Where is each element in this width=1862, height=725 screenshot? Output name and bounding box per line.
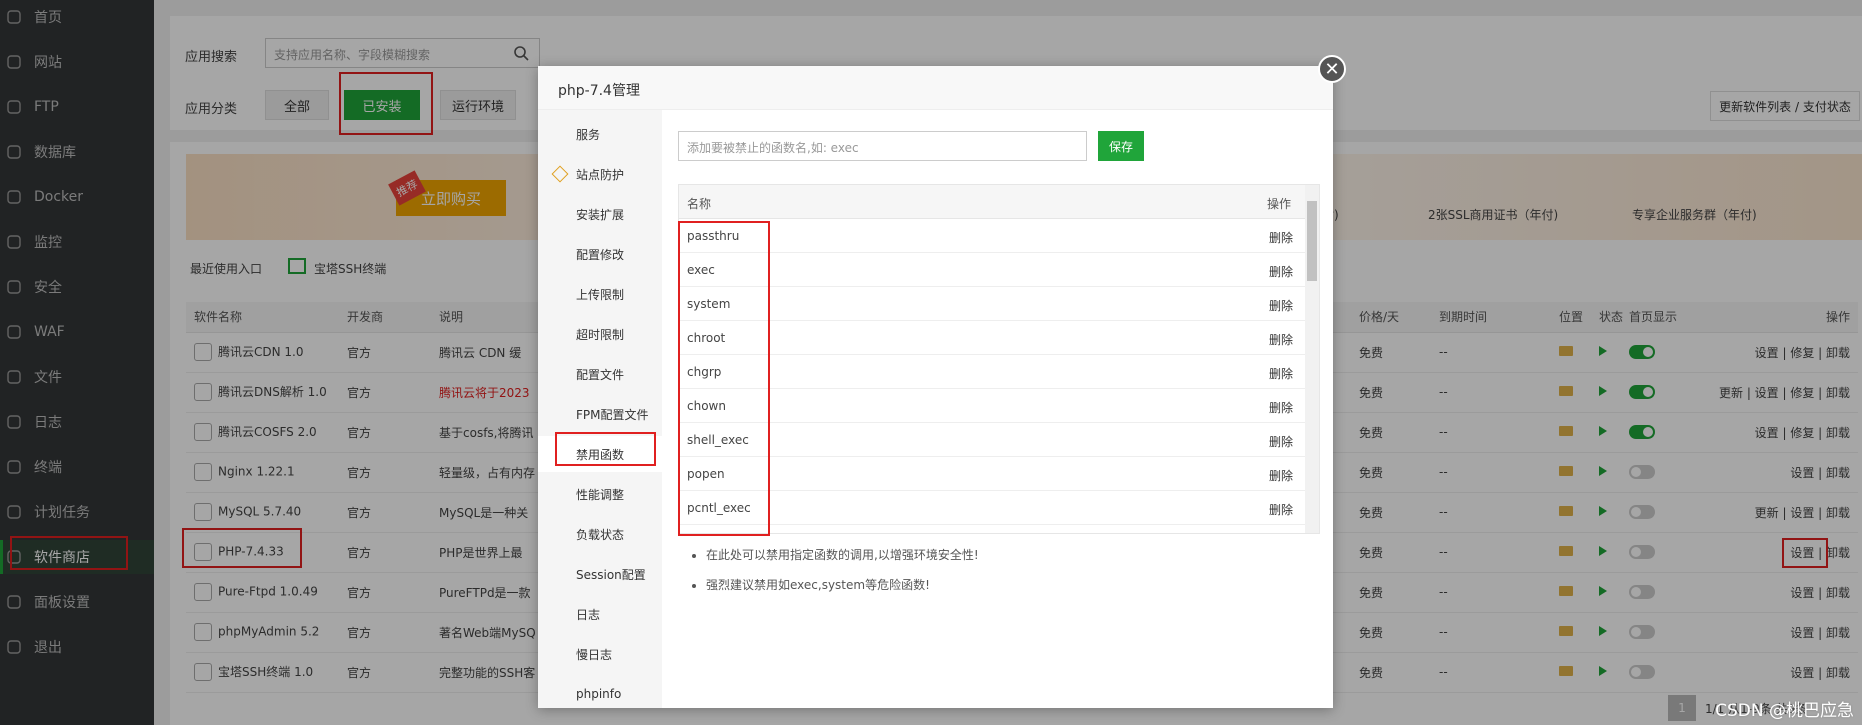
functions-table: 名称 操作 passthru 删除 exec 删除 system 删除 chroot 删除 ch… xyxy=(678,184,1320,534)
col-function-name: 名称 xyxy=(687,197,712,211)
modal-nav-item-1[interactable]: 站点防护 xyxy=(538,156,662,192)
modal-nav-label: 上传限制 xyxy=(576,287,625,302)
modal-nav-label: 配置文件 xyxy=(576,367,625,382)
modal-nav-item-12[interactable]: 日志 xyxy=(538,596,662,632)
modal-nav-label: Session配置 xyxy=(576,567,646,582)
modal-nav-label: 站点防护 xyxy=(576,167,625,182)
function-row: chgrp 删除 xyxy=(679,355,1305,389)
function-row: shell_exec 删除 xyxy=(679,423,1305,457)
function-input-placeholder: 添加要被禁止的函数名,如: exec xyxy=(687,141,859,155)
highlight-disabled-functions xyxy=(555,432,656,466)
modal-header: php-7.4管理 xyxy=(538,66,1333,110)
modal-nav-label: 超时限制 xyxy=(576,327,625,342)
modal-nav: 服务 站点防护 安装扩展 配置修改 上传限制 超时限制 配置文件 FPM配置文件 禁用函数 性能调… xyxy=(538,110,662,708)
modal-nav-label: FPM配置文件 xyxy=(576,407,649,422)
modal-nav-label: 服务 xyxy=(576,127,601,142)
modal-nav-label: 负载状态 xyxy=(576,527,625,542)
delete-link[interactable]: 删除 xyxy=(1269,263,1293,280)
function-row: pcntl_exec 删除 xyxy=(679,491,1305,525)
modal-nav-item-6[interactable]: 配置文件 xyxy=(538,356,662,392)
modal-nav-item-4[interactable]: 上传限制 xyxy=(538,276,662,312)
modal-nav-label: phpinfo xyxy=(576,687,622,701)
functions-table-header: 名称 操作 xyxy=(679,185,1305,219)
tip-2: 强烈建议禁用如exec,system等危险函数! xyxy=(706,570,979,600)
close-icon: ✕ xyxy=(1324,58,1340,80)
close-button[interactable]: ✕ xyxy=(1318,55,1346,83)
scrollbar-thumb[interactable] xyxy=(1307,201,1317,281)
modal-nav-item-0[interactable]: 服务 xyxy=(538,116,662,152)
col-function-action: 操作 xyxy=(1266,197,1291,211)
delete-link[interactable]: 删除 xyxy=(1269,297,1293,314)
tip-1: 在此处可以禁用指定函数的调用,以增强环境安全性! xyxy=(706,540,979,570)
delete-link[interactable]: 删除 xyxy=(1269,467,1293,484)
functions-scrollbar[interactable] xyxy=(1305,185,1319,533)
delete-link[interactable]: 删除 xyxy=(1269,433,1293,450)
function-row: chroot 删除 xyxy=(679,321,1305,355)
modal-nav-item-14[interactable]: phpinfo xyxy=(538,676,662,712)
modal-title: php-7.4管理 xyxy=(558,83,640,99)
highlight-function-list xyxy=(678,221,770,536)
diamond-icon xyxy=(551,165,569,183)
function-row: popen 删除 xyxy=(679,457,1305,491)
modal-nav-item-9[interactable]: 性能调整 xyxy=(538,476,662,512)
modal-nav-item-11[interactable]: Session配置 xyxy=(538,556,662,592)
function-row: exec 删除 xyxy=(679,253,1305,287)
modal-nav-label: 慢日志 xyxy=(576,647,613,662)
modal-nav-label: 性能调整 xyxy=(576,487,625,502)
function-row: chown 删除 xyxy=(679,389,1305,423)
modal-nav-item-10[interactable]: 负载状态 xyxy=(538,516,662,552)
modal-nav-label: 安装扩展 xyxy=(576,207,625,222)
modal-nav-label: 配置修改 xyxy=(576,247,625,262)
delete-link[interactable]: 删除 xyxy=(1269,229,1293,246)
modal-nav-item-3[interactable]: 配置修改 xyxy=(538,236,662,272)
function-row: passthru 删除 xyxy=(679,219,1305,253)
modal-nav-item-2[interactable]: 安装扩展 xyxy=(538,196,662,232)
watermark: CSDN @桃巴应急 xyxy=(1715,701,1854,721)
delete-link[interactable]: 删除 xyxy=(1269,365,1293,382)
php-manage-modal: php-7.4管理 服务站点防护安装扩展配置修改上传限制超时限制配置文件 FPM配… xyxy=(538,66,1333,708)
function-name-input[interactable]: 添加要被禁止的函数名,如: exec xyxy=(678,131,1087,161)
tips-list: 在此处可以禁用指定函数的调用,以增强环境安全性! 强烈建议禁用如exec,sys… xyxy=(692,540,979,600)
function-row: system 删除 xyxy=(679,287,1305,321)
save-button[interactable]: 保存 xyxy=(1098,131,1144,161)
modal-nav-item-13[interactable]: 慢日志 xyxy=(538,636,662,672)
modal-nav-item-5[interactable]: 超时限制 xyxy=(538,316,662,352)
modal-nav-label: 日志 xyxy=(576,607,601,622)
delete-link[interactable]: 删除 xyxy=(1269,399,1293,416)
delete-link[interactable]: 删除 xyxy=(1269,331,1293,348)
modal-nav-item-7[interactable]: FPM配置文件 xyxy=(538,396,662,432)
delete-link[interactable]: 删除 xyxy=(1269,501,1293,518)
